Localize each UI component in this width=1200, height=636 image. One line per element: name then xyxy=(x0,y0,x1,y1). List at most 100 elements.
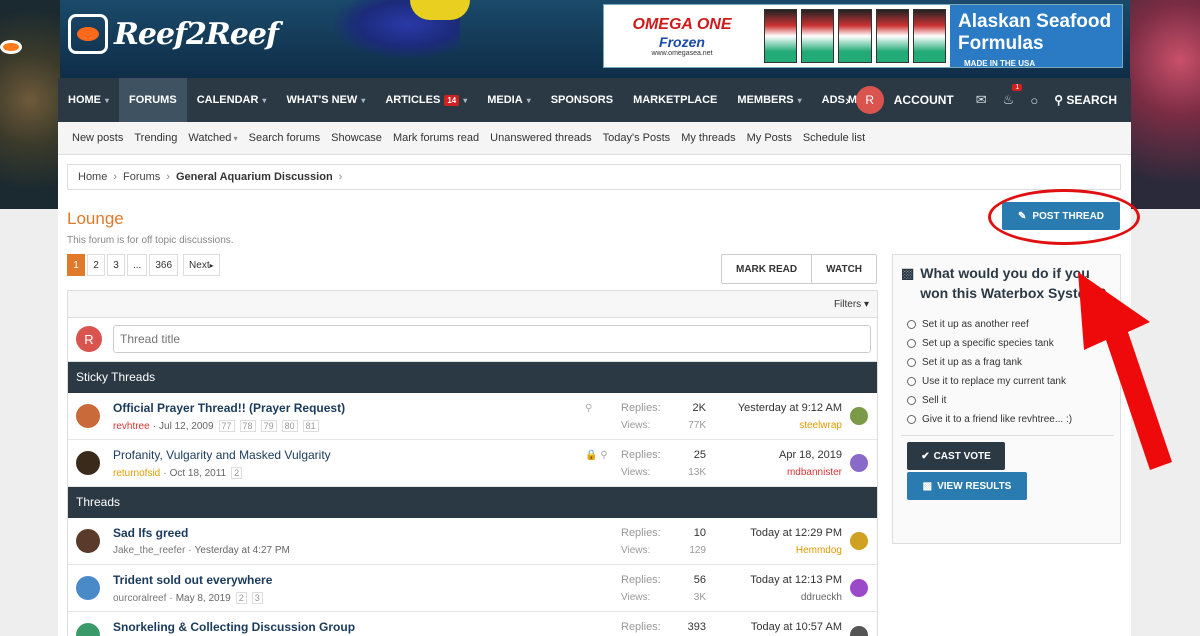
page-number[interactable]: 2 xyxy=(87,254,105,276)
subnav-link[interactable]: Watched ▾ xyxy=(188,132,237,144)
next-page-button[interactable]: Next ▸ xyxy=(183,254,220,276)
nav-scroll-right-icon[interactable]: › xyxy=(839,92,856,108)
avatar[interactable] xyxy=(76,623,100,636)
page-number[interactable]: 3 xyxy=(107,254,125,276)
caret-down-icon[interactable]: ▾ xyxy=(361,96,365,105)
thread-list: Filters ▾ R Sticky Threads Official Pray… xyxy=(67,290,878,636)
caret-down-icon[interactable]: ▾ xyxy=(105,96,109,105)
avatar[interactable] xyxy=(76,404,100,428)
thread-page-link[interactable]: 81 xyxy=(302,420,319,432)
thread-title-link[interactable]: Snorkeling & Collecting Discussion Group xyxy=(113,620,355,634)
radio-button[interactable] xyxy=(907,415,916,424)
thread-title-link[interactable]: Sad lfs greed xyxy=(113,526,188,540)
avatar[interactable] xyxy=(850,407,868,425)
cast-vote-button[interactable]: ✔ CAST VOTE xyxy=(907,442,1005,470)
nav-item-articles[interactable]: ARTICLES 14 ▾ xyxy=(375,78,477,122)
thread-page-link[interactable]: 77 xyxy=(218,420,235,432)
subnav-link[interactable]: Schedule list xyxy=(803,132,865,144)
nav-item-what-s-new[interactable]: WHAT'S NEW ▾ xyxy=(276,78,375,122)
last-post-user[interactable]: steelwrap xyxy=(708,420,842,431)
subnav-link[interactable]: Showcase xyxy=(331,132,382,144)
thread-page-link[interactable]: 2 xyxy=(235,592,247,604)
alerts-bell-icon[interactable]: ♨ 1 xyxy=(995,84,1023,108)
nav-item-sponsors[interactable]: SPONSORS xyxy=(541,78,623,122)
last-post-user[interactable]: ddrueckh xyxy=(708,592,842,603)
thread-title-input[interactable] xyxy=(113,325,871,353)
nav-item-members[interactable]: MEMBERS ▾ xyxy=(727,78,811,122)
filters-dropdown[interactable]: Filters ▾ xyxy=(834,299,869,310)
thread-meta: ourcoralreef · May 8, 2019 2 3 xyxy=(113,592,263,604)
watch-button[interactable]: WATCH xyxy=(811,255,876,283)
avatar[interactable] xyxy=(850,454,868,472)
nav-item-home[interactable]: HOME ▾ xyxy=(58,78,119,122)
nav-item-label: CALENDAR xyxy=(196,94,259,106)
nav-item-forums[interactable]: FORUMS xyxy=(119,78,187,122)
caret-down-icon[interactable]: ▾ xyxy=(798,96,802,105)
thread-author-link[interactable]: ourcoralreef xyxy=(113,593,166,604)
bookmark-icon[interactable]: ○ xyxy=(1022,93,1046,108)
breadcrumb-forums[interactable]: Forums xyxy=(123,171,160,183)
last-post-user[interactable]: mdbannister xyxy=(708,467,842,478)
nav-item-label: MEMBERS xyxy=(737,94,794,106)
avatar[interactable] xyxy=(850,579,868,597)
subnav-link[interactable]: New posts xyxy=(72,132,123,144)
quick-thread-row: R xyxy=(68,318,877,362)
thread-page-link[interactable]: 79 xyxy=(260,420,277,432)
thread-title-link[interactable]: Official Prayer Thread!! (Prayer Request… xyxy=(113,401,345,415)
nav-item-calendar[interactable]: CALENDAR ▾ xyxy=(187,78,277,122)
radio-button[interactable] xyxy=(907,377,916,386)
nav-item-marketplace[interactable]: MARKETPLACE xyxy=(623,78,727,122)
breadcrumb-chevron-icon: › xyxy=(113,171,118,183)
avatar[interactable] xyxy=(850,532,868,550)
subnav-link[interactable]: My threads xyxy=(681,132,735,144)
page-number[interactable]: 366 xyxy=(149,254,179,276)
caret-down-icon[interactable]: ▾ xyxy=(262,96,266,105)
subnav-link[interactable]: Trending xyxy=(134,132,177,144)
last-post-date[interactable]: Yesterday at 9:12 AM xyxy=(708,402,842,414)
thread-title-link[interactable]: Trident sold out everywhere xyxy=(113,573,272,587)
caret-down-icon: ▾ xyxy=(231,134,238,143)
caret-down-icon[interactable]: ▾ xyxy=(527,96,531,105)
thread-author-link[interactable]: returnofsid xyxy=(113,468,160,479)
last-post-date[interactable]: Today at 10:57 AM xyxy=(708,621,842,633)
thread-page-link[interactable]: 2 xyxy=(231,467,243,479)
account-menu[interactable]: ACCOUNT xyxy=(884,93,968,107)
subnav-link[interactable]: My Posts xyxy=(747,132,792,144)
thread-title-link[interactable]: Profanity, Vulgarity and Masked Vulgarit… xyxy=(113,448,331,462)
last-post-date[interactable]: Today at 12:13 PM xyxy=(708,574,842,586)
caret-down-icon[interactable]: ▾ xyxy=(463,96,467,105)
last-post-date[interactable]: Apr 18, 2019 xyxy=(708,449,842,461)
subnav-link[interactable]: Today's Posts xyxy=(603,132,671,144)
nav-search-button[interactable]: ⚲ SEARCH xyxy=(1046,93,1131,107)
avatar[interactable] xyxy=(76,529,100,553)
thread-page-link[interactable]: 80 xyxy=(281,420,298,432)
check-circle-icon: ✔ xyxy=(921,450,930,462)
breadcrumb-general-aquarium[interactable]: General Aquarium Discussion xyxy=(176,171,333,183)
subnav-link[interactable]: Unanswered threads xyxy=(490,132,592,144)
inbox-icon[interactable]: ✉ xyxy=(968,92,995,108)
last-post-user[interactable]: Hemmdog xyxy=(708,545,842,556)
last-post-date[interactable]: Today at 12:29 PM xyxy=(708,527,842,539)
thread-author-link[interactable]: Jake_the_reefer xyxy=(113,545,185,556)
mark-read-button[interactable]: MARK READ xyxy=(722,255,811,283)
avatar[interactable] xyxy=(850,626,868,636)
sponsor-ad-banner[interactable]: OMEGA ONE Frozen www.omegasea.net Alaska… xyxy=(603,4,1123,68)
subnav-link[interactable]: Search forums xyxy=(249,132,321,144)
user-avatar[interactable]: R xyxy=(855,86,884,114)
view-results-button[interactable]: ▩ VIEW RESULTS xyxy=(907,472,1027,500)
thread-page-link[interactable]: 3 xyxy=(251,592,263,604)
breadcrumb-home[interactable]: Home xyxy=(78,171,107,183)
radio-button[interactable] xyxy=(907,320,916,329)
radio-button[interactable] xyxy=(907,358,916,367)
page-number[interactable]: 1 xyxy=(67,254,85,276)
avatar[interactable] xyxy=(76,451,100,475)
nav-item-media[interactable]: MEDIA ▾ xyxy=(477,78,540,122)
poll-option-label: Set it up as another reef xyxy=(922,319,1029,330)
site-logo[interactable]: Reef2Reef xyxy=(68,14,279,54)
radio-button[interactable] xyxy=(907,396,916,405)
thread-page-link[interactable]: 78 xyxy=(239,420,256,432)
subnav-link[interactable]: Mark forums read xyxy=(393,132,479,144)
radio-button[interactable] xyxy=(907,339,916,348)
thread-author-link[interactable]: revhtree xyxy=(113,421,150,432)
avatar[interactable] xyxy=(76,576,100,600)
